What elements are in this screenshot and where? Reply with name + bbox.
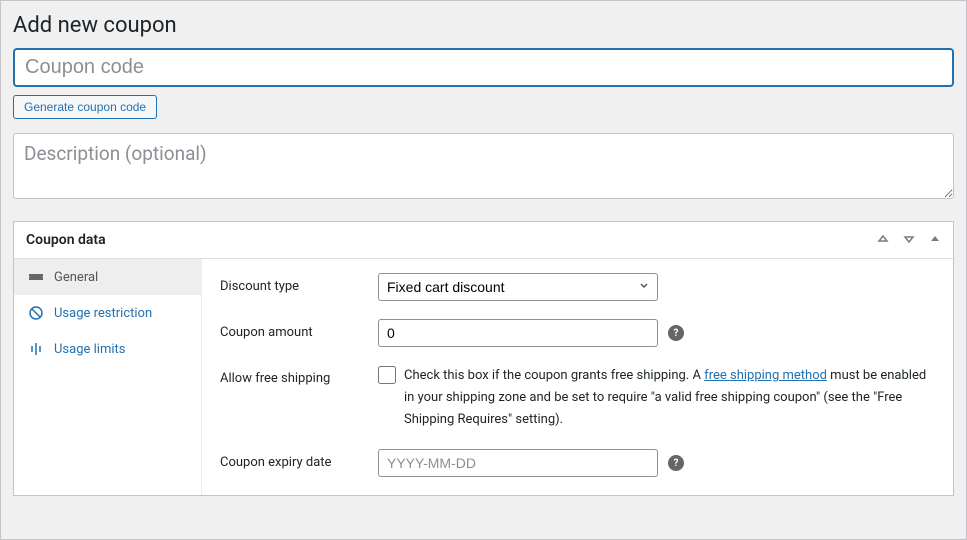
panel-toggle-icon[interactable] — [929, 233, 941, 248]
panel-title: Coupon data — [26, 232, 106, 248]
ticket-icon — [28, 269, 44, 285]
description-textarea[interactable] — [13, 133, 954, 199]
coupon-amount-label: Coupon amount — [220, 319, 378, 340]
help-icon[interactable]: ? — [668, 325, 684, 341]
help-icon[interactable]: ? — [668, 455, 684, 471]
free-shipping-row: Allow free shipping Check this box if th… — [220, 365, 935, 431]
expiry-date-row: Coupon expiry date ? — [220, 449, 935, 477]
free-shipping-description: Check this box if the coupon grants free… — [404, 365, 935, 431]
sliders-icon — [28, 341, 44, 357]
discount-type-label: Discount type — [220, 273, 378, 294]
coupon-amount-row: Coupon amount ? — [220, 319, 935, 347]
general-tab-content: Discount type Fixed cart discount — [202, 259, 953, 495]
tab-usage-restriction[interactable]: Usage restriction — [14, 295, 201, 331]
block-icon — [28, 305, 44, 321]
tab-usage-restriction-label: Usage restriction — [54, 306, 152, 321]
discount-type-row: Discount type Fixed cart discount — [220, 273, 935, 301]
free-shipping-checkbox[interactable] — [378, 366, 396, 384]
discount-type-select[interactable]: Fixed cart discount — [378, 273, 658, 301]
coupon-tabs: General Usage restriction Usage limits — [14, 259, 202, 495]
expiry-date-label: Coupon expiry date — [220, 449, 378, 470]
panel-move-down-icon[interactable] — [903, 233, 915, 248]
tab-general-label: General — [54, 270, 98, 285]
expiry-date-input[interactable] — [378, 449, 658, 477]
generate-coupon-code-button[interactable]: Generate coupon code — [13, 95, 157, 119]
free-shipping-label: Allow free shipping — [220, 365, 378, 386]
page-title: Add new coupon — [13, 13, 954, 38]
tab-usage-limits-label: Usage limits — [54, 342, 125, 357]
panel-controls — [877, 233, 941, 248]
tab-usage-limits[interactable]: Usage limits — [14, 331, 201, 367]
add-coupon-page: Add new coupon Generate coupon code Coup… — [0, 0, 967, 540]
coupon-data-panel: Coupon data General — [13, 221, 954, 496]
coupon-code-input[interactable] — [13, 48, 954, 87]
panel-move-up-icon[interactable] — [877, 233, 889, 248]
coupon-amount-input[interactable] — [378, 319, 658, 347]
panel-header: Coupon data — [14, 222, 953, 259]
panel-body: General Usage restriction Usage limits — [14, 259, 953, 495]
free-shipping-method-link[interactable]: free shipping method — [704, 368, 827, 383]
tab-general[interactable]: General — [14, 259, 201, 295]
